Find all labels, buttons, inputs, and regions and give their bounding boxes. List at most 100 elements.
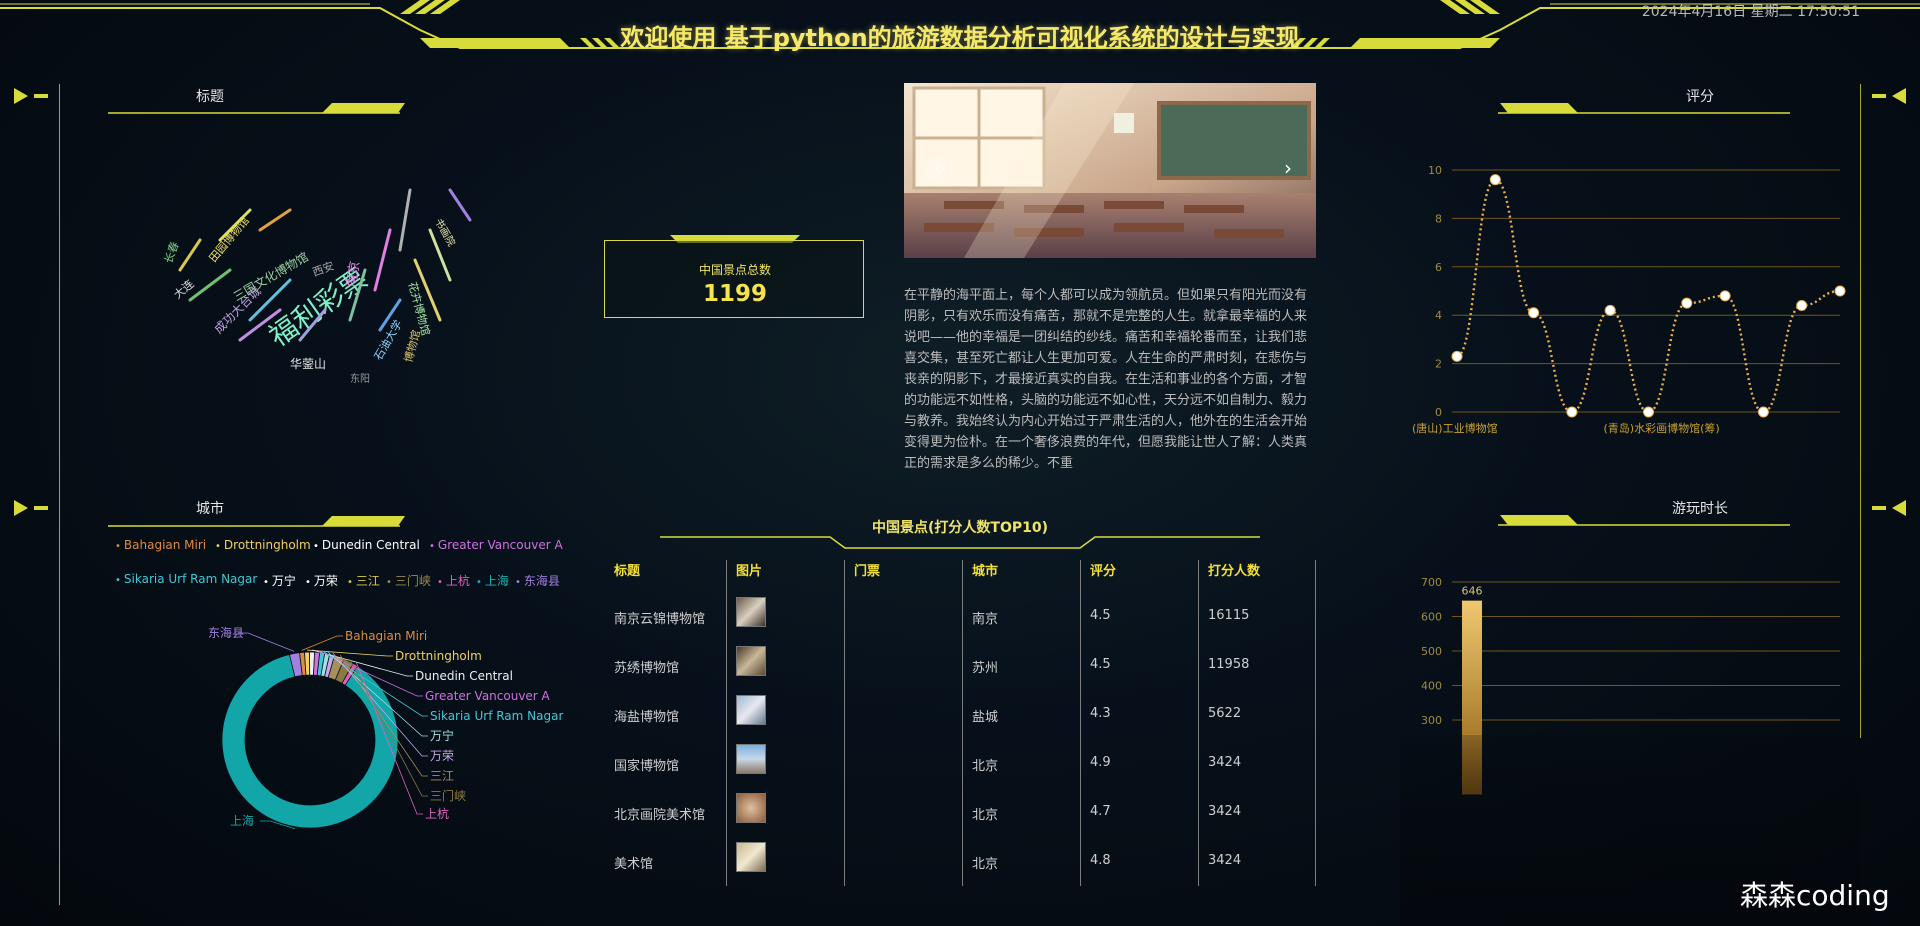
- datetime-display: 2024年4月16日 星期二 17:50:51: [1641, 4, 1860, 20]
- score-panel-title: 评分: [1686, 89, 1714, 105]
- table-row[interactable]: 北京画院美术馆 北京 4.7 3424: [604, 788, 1316, 837]
- legend-item[interactable]: • 三江: [347, 572, 380, 589]
- row-title: 国家博物馆: [614, 759, 680, 774]
- donut-slice[interactable]: [221, 653, 399, 829]
- table-row[interactable]: 海盐博物馆 盐城 4.3 5622: [604, 690, 1316, 739]
- duration-title-decoration: [1498, 515, 1790, 526]
- row-city: 北京: [972, 808, 999, 823]
- y-tick-label: 400: [1421, 680, 1442, 693]
- total-attractions-label: 中国景点总数: [698, 263, 771, 277]
- row-city: 苏州: [972, 661, 999, 676]
- carousel-next-button[interactable]: ›: [1274, 155, 1302, 183]
- y-tick-label: 8: [1435, 212, 1442, 225]
- score-point[interactable]: [1681, 297, 1693, 309]
- legend-item[interactable]: • Sikaria Urf Ram Nagar: [115, 572, 257, 586]
- legend-item[interactable]: • 上杭: [437, 572, 470, 589]
- score-point[interactable]: [1796, 300, 1808, 312]
- city-panel-title: 城市: [196, 501, 224, 517]
- row-count: 5622: [1208, 706, 1242, 721]
- column-header-score: 评分: [1090, 564, 1117, 579]
- watermark-text: 森森coding: [1740, 879, 1890, 912]
- donut-label: 万宁: [430, 728, 454, 743]
- wordcloud-panel-title: 标题: [196, 89, 224, 105]
- y-tick-label: 300: [1421, 714, 1442, 727]
- score-title-decoration: [1498, 103, 1790, 114]
- score-point[interactable]: [1757, 406, 1769, 418]
- legend-item[interactable]: • 三门峡: [386, 572, 431, 589]
- row-title: 海盐博物馆: [614, 710, 680, 725]
- table-row[interactable]: 南京云锦博物馆 南京 4.5 16115: [604, 592, 1316, 641]
- column-header-image: 图片: [736, 564, 763, 579]
- legend-item[interactable]: • 万荣: [305, 572, 338, 589]
- table-row[interactable]: 国家博物馆 北京 4.9 3424: [604, 739, 1316, 788]
- donut-label: Dunedin Central: [415, 669, 513, 683]
- score-series-line: [1456, 178, 1841, 414]
- score-point[interactable]: [1643, 406, 1654, 418]
- score-point[interactable]: [1719, 290, 1731, 302]
- column-header-count: 打分人数: [1208, 564, 1261, 579]
- legend-item[interactable]: • Drottningholm: [215, 538, 311, 552]
- page-title: 欢迎使用 基于python的旅游数据分析可视化系统的设计与实现: [620, 24, 1300, 52]
- score-point[interactable]: [1451, 350, 1463, 362]
- legend-item[interactable]: • 东海县: [515, 572, 560, 589]
- row-thumbnail: [736, 695, 766, 725]
- score-point[interactable]: [1528, 307, 1540, 319]
- row-title: 南京云锦博物馆: [614, 612, 706, 627]
- y-tick-label: 0: [1435, 406, 1442, 419]
- y-tick-label: 6: [1435, 261, 1442, 274]
- legend-item[interactable]: • Bahagian Miri: [115, 538, 206, 552]
- y-tick-label: 500: [1421, 645, 1442, 658]
- image-carousel[interactable]: ‹ ›: [904, 83, 1316, 258]
- duration-panel-title: 游玩时长: [1672, 501, 1728, 517]
- row-count: 3424: [1208, 755, 1242, 770]
- donut-label: Greater Vancouver A: [425, 689, 551, 703]
- legend-item[interactable]: • 上海: [476, 572, 509, 589]
- column-header-city: 城市: [972, 564, 999, 579]
- y-tick-label: 10: [1428, 164, 1442, 177]
- column-header-title: 标题: [614, 564, 641, 579]
- donut-label: 上海: [230, 813, 254, 828]
- row-city: 北京: [972, 857, 999, 872]
- column-header-ticket: 门票: [854, 564, 881, 579]
- table-row[interactable]: 美术馆 北京 4.8 3424: [604, 837, 1316, 886]
- right-side-frame: [1860, 84, 1906, 738]
- city-legend: • Bahagian Miri • Drottningholm • Dunedin C…: [115, 538, 585, 598]
- donut-label: 东海县: [208, 625, 244, 640]
- row-city: 盐城: [972, 710, 999, 725]
- legend-item[interactable]: • Dunedin Central: [313, 538, 420, 552]
- x-tick-label: (唐山)工业博物馆: [1412, 421, 1498, 435]
- donut-label: 三门峡: [430, 788, 466, 803]
- y-tick-label: 600: [1421, 611, 1442, 624]
- table-title: 中国景点(打分人数TOP10): [872, 520, 1048, 536]
- classroom-image: [904, 83, 1316, 258]
- score-point[interactable]: [1834, 285, 1846, 297]
- donut-label: 上杭: [425, 806, 449, 821]
- x-tick-label: (青岛)水彩画博物馆(筹): [1604, 421, 1720, 435]
- score-point[interactable]: [1566, 406, 1578, 418]
- total-attractions-value: 1199: [702, 281, 767, 307]
- row-thumbnail: [736, 744, 766, 774]
- total-attractions-card: 中国景点总数 1199: [604, 240, 864, 318]
- left-side-frame: [14, 84, 60, 905]
- row-city: 南京: [972, 612, 999, 627]
- row-title: 北京画院美术馆: [614, 808, 706, 823]
- score-point[interactable]: [1604, 304, 1616, 316]
- donut-label: Sikaria Urf Ram Nagar: [430, 709, 563, 723]
- legend-item[interactable]: • Greater Vancouver A: [429, 538, 563, 552]
- row-thumbnail: [736, 793, 766, 823]
- y-tick-label: 2: [1435, 358, 1442, 371]
- carousel-prev-button[interactable]: ‹: [924, 155, 952, 183]
- row-count: 3424: [1208, 853, 1242, 868]
- bar-data-label: 646: [1462, 585, 1483, 598]
- y-tick-label: 700: [1421, 576, 1442, 589]
- row-count: 3424: [1208, 804, 1242, 819]
- row-score: 4.8: [1090, 853, 1111, 868]
- y-tick-label: 4: [1435, 309, 1442, 322]
- row-score: 4.5: [1090, 657, 1111, 672]
- row-title: 美术馆: [614, 857, 654, 872]
- row-score: 4.3: [1090, 706, 1111, 721]
- table-row[interactable]: 苏绣博物馆 苏州 4.5 11958: [604, 641, 1316, 690]
- row-city: 北京: [972, 759, 999, 774]
- score-point[interactable]: [1489, 174, 1501, 186]
- legend-item[interactable]: • 万宁: [263, 572, 296, 589]
